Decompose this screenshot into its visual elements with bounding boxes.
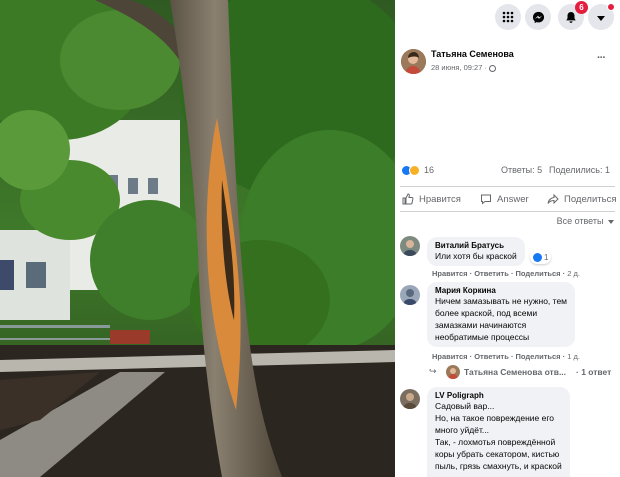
post-photo[interactable] [0, 0, 395, 477]
replies-preview[interactable]: ↪ Татьяна Семенова отв... · 1 ответ [429, 365, 620, 381]
comments-count[interactable]: Ответы: 5 [501, 165, 542, 175]
comment-reaction-count: 1 [544, 252, 549, 262]
top-bar: 6 [395, 0, 620, 36]
reply-arrow-icon: ↪ [429, 366, 437, 376]
comment-actions: Нравится · Ответить · Поделиться · 2 д. [432, 269, 580, 278]
bell-icon[interactable]: 6 [558, 1, 588, 30]
post-actions: Нравится Answer Поделиться [400, 186, 616, 212]
comment-time[interactable]: 2 д. [567, 269, 580, 278]
messenger-icon[interactable] [525, 4, 551, 30]
share-button[interactable]: Поделиться [547, 193, 616, 205]
comment-bubble: Виталий Братусь Или хотя бы краской [427, 237, 525, 266]
answer-button[interactable]: Answer [480, 193, 529, 205]
post-date[interactable]: 28 июня, 09:27 · [431, 63, 497, 72]
like-label: Нравится [419, 193, 461, 205]
shares-count[interactable]: Поделились: 1 [549, 165, 610, 175]
post-header: Татьяна Семенова 28 июня, 09:27 · ··· [395, 44, 620, 78]
caret-down-icon [597, 15, 605, 21]
comment-time[interactable]: 1 д. [567, 352, 580, 361]
comment-bubble: LV Poligraph Садовый вар... Но, на такое… [427, 387, 570, 477]
sort-label: Все ответы [556, 216, 604, 226]
alert-dot [607, 3, 615, 11]
comment-share-link[interactable]: Поделиться [516, 352, 561, 361]
comment-share-link[interactable]: Поделиться [516, 269, 561, 278]
comment-reply-link[interactable]: Ответить [474, 269, 509, 278]
post-date-text: 28 июня, 09:27 · [431, 63, 487, 72]
answer-label: Answer [497, 193, 529, 205]
commenter-name[interactable]: LV Poligraph [435, 391, 562, 400]
reactions-count[interactable]: 16 [424, 165, 434, 175]
sort-caret-icon [608, 219, 614, 224]
menu-grid-icon[interactable] [495, 4, 521, 30]
comment-sort-dropdown[interactable]: Все ответы [557, 216, 614, 226]
comment-reaction[interactable]: 1 [530, 250, 552, 264]
reply-count: · 1 ответ [576, 367, 612, 377]
comment-text: Ничем замазывать не нужно, тем более кра… [435, 296, 568, 342]
sad-reaction-icon [409, 165, 420, 176]
notification-badge: 6 [575, 1, 588, 14]
like-button[interactable]: Нравится [402, 193, 461, 205]
share-label: Поделиться [564, 193, 617, 205]
reply-author-avatar [446, 365, 460, 379]
comment-like-link[interactable]: Нравится [432, 269, 468, 278]
comment-bubble: Мария Коркина Ничем замазывать не нужно,… [427, 282, 576, 347]
thumbs-up-icon [402, 193, 414, 205]
comment-like-link[interactable]: Нравится [432, 352, 468, 361]
author-name[interactable]: Татьяна Семенова [431, 49, 514, 59]
comment-actions: Нравится · Ответить · Поделиться · 1 д. [432, 352, 580, 361]
like-reaction-icon [533, 252, 542, 262]
comment-text: Или хотя бы краской [435, 251, 517, 261]
author-avatar[interactable] [401, 49, 426, 74]
commenter-avatar[interactable] [400, 285, 420, 305]
commenter-name[interactable]: Виталий Братусь [435, 241, 517, 250]
commenter-name[interactable]: Мария Коркина [435, 286, 567, 295]
comment-icon [481, 194, 491, 205]
account-menu-button[interactable] [588, 3, 615, 30]
post-stats: 16 Ответы: 5 Поделились: 1 [395, 163, 620, 179]
commenter-avatar[interactable] [400, 389, 420, 409]
share-icon [547, 193, 559, 205]
reply-author: Татьяна Семенова отв... [464, 367, 567, 377]
comment-text: Садовый вар... Но, на такое повреждение … [435, 401, 562, 471]
post-panel: 6 Татьяна Семенова 28 июня, 09:27 · ··· … [395, 0, 620, 477]
more-options-button[interactable]: ··· [597, 52, 606, 64]
commenter-avatar[interactable] [400, 236, 420, 256]
globe-icon [489, 64, 497, 72]
comment-reply-link[interactable]: Ответить [474, 352, 509, 361]
